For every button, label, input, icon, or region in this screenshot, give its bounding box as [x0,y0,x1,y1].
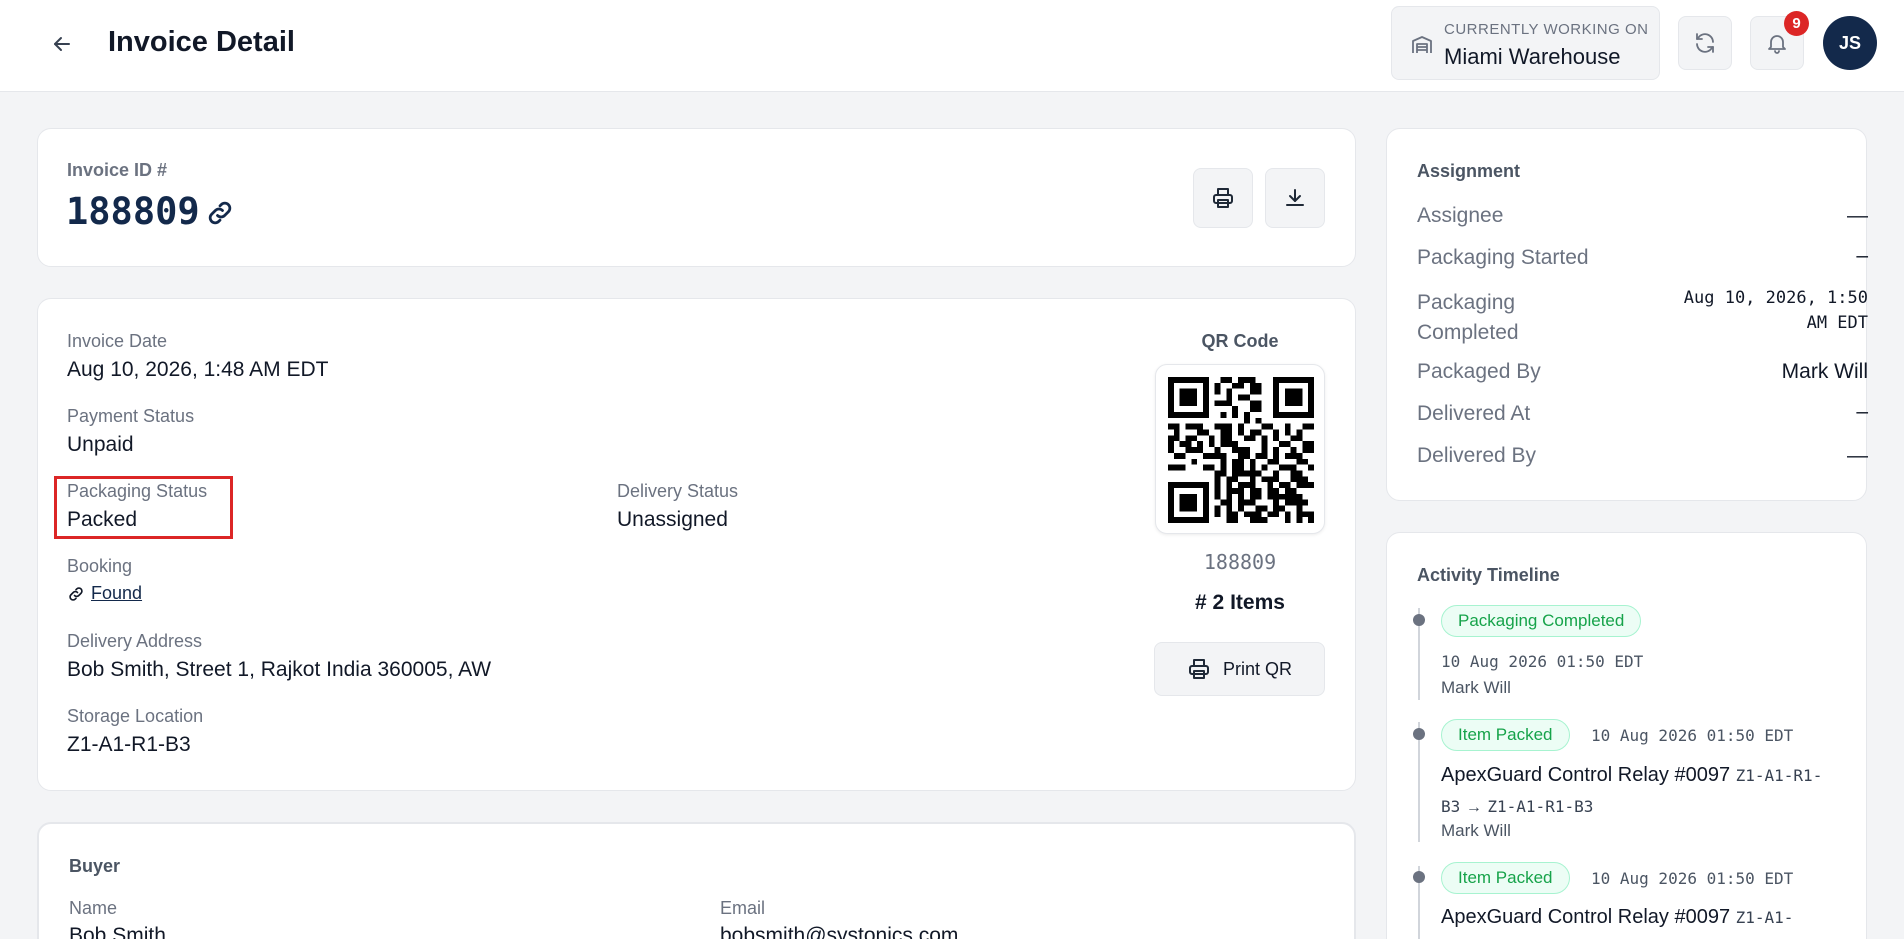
timeline-location-from: Z1-A1- [1735,908,1794,927]
booking-label: Booking [67,556,133,576]
delivered-at-label: Delivered At [1417,402,1531,425]
invoice-date-value: Aug 10, 2026, 1:48 AM EDT [67,358,329,381]
print-qr-button[interactable]: Print QR [1154,642,1325,696]
printer-icon [1188,659,1209,679]
packaged-by-label: Packaged By [1417,360,1541,383]
timeline-badge-packaging-completed: Packaging Completed [1441,605,1642,637]
buyer-card [37,822,1356,939]
arrow-left-icon [54,37,70,51]
warehouse-label: CURRENTLY WORKING ON [1444,21,1649,38]
notification-count-badge: 9 [1784,11,1809,36]
printer-icon [1213,188,1233,208]
timeline-connector [1418,722,1420,842]
link-icon[interactable] [205,198,235,228]
user-avatar[interactable]: JS [1823,16,1877,70]
print-invoice-button[interactable] [1193,168,1253,228]
invoice-id-label: Invoice ID # [67,160,168,180]
timeline-location-to: Z1-A1-R1-B3 [1487,797,1594,816]
qr-items-count: # 2 Items [1195,591,1285,614]
timeline-badge-item-packed: Item Packed [1441,719,1570,751]
payment-status-value: Unpaid [67,433,134,456]
timeline-dot [1413,871,1425,883]
invoice-date-label: Invoice Date [67,331,168,351]
booking-link[interactable]: Found [91,583,142,604]
qr-code-number: 188809 [1203,550,1277,574]
packaging-status-value: Packed [67,508,138,531]
storage-location-label: Storage Location [67,706,204,726]
packaging-completed-value: Aug 10, 2026, 1:50 AM EDT [1683,288,1868,333]
timeline-arrow: → [1465,799,1482,816]
buyer-name-label: Name [69,898,118,918]
back-button[interactable] [44,26,80,62]
top-header: Invoice Detail CURRENTLY WORKING ON Miam… [0,0,1904,92]
qr-code-label: QR Code [1201,331,1279,351]
packaging-completed-label: Packaging Completed [1417,291,1519,344]
booking-link-icon [69,587,83,601]
storage-location-value: Z1-A1-R1-B3 [67,733,191,756]
timeline-user: Mark Will [1441,678,1511,697]
timeline-item-name: ApexGuard Control Relay #0097 [1441,764,1731,786]
warehouse-name: Miami Warehouse [1444,44,1621,69]
timeline-badge-item-packed: Item Packed [1441,862,1570,894]
assignee-value: — [1847,204,1868,227]
bell-icon [1768,35,1786,54]
timeline-time: 10 Aug 2026 01:50 EDT [1591,869,1794,888]
warehouse-selector[interactable]: CURRENTLY WORKING ON Miami Warehouse [1391,6,1660,80]
delivery-status-label: Delivery Status [617,481,739,501]
download-invoice-button[interactable] [1265,168,1325,228]
refresh-icon [1696,33,1714,53]
timeline-dot [1413,728,1425,740]
activity-timeline-title: Activity Timeline [1417,565,1560,585]
download-icon [1286,189,1304,206]
timeline-item-description: ApexGuard Control Relay #0097 Z1-A1-R1-B… [1441,760,1841,823]
packaging-started-label: Packaging Started [1417,246,1589,269]
payment-status-label: Payment Status [67,406,195,426]
refresh-button[interactable] [1678,16,1732,70]
buyer-name-value: Bob Smith [69,924,166,939]
buyer-email-label: Email [720,898,766,918]
timeline-dot [1413,614,1425,626]
timeline-item-name: ApexGuard Control Relay #0097 [1441,906,1731,928]
delivered-by-label: Delivered By [1417,444,1537,467]
timeline-time: 10 Aug 2026 01:50 EDT [1591,726,1794,745]
warehouse-icon [1412,36,1432,53]
delivered-by-value: — [1847,444,1868,467]
delivery-address-label: Delivery Address [67,631,203,651]
packaging-status-label: Packaging Status [67,481,208,501]
timeline-time: 10 Aug 2026 01:50 EDT [1441,652,1644,671]
timeline-item-description: ApexGuard Control Relay #0097 Z1-A1- [1441,902,1841,933]
packaging-started-value: – [1856,244,1868,267]
qr-code-frame [1155,364,1325,534]
print-qr-label: Print QR [1222,658,1292,679]
invoice-id-value: 188809 [66,190,200,233]
assignment-title: Assignment [1417,161,1521,181]
buyer-title: Buyer [69,856,121,876]
qr-code-image [1168,377,1314,523]
delivered-at-value: – [1856,400,1868,423]
assignee-label: Assignee [1417,204,1504,227]
page-title: Invoice Detail [108,26,295,58]
delivery-address-value: Bob Smith, Street 1, Rajkot India 360005… [67,658,492,681]
buyer-email-value: bobsmith@systonics.com [720,924,959,939]
delivery-status-value: Unassigned [617,508,728,531]
timeline-user: Mark Will [1441,821,1511,840]
packaged-by-value: Mark Will [1781,360,1868,383]
